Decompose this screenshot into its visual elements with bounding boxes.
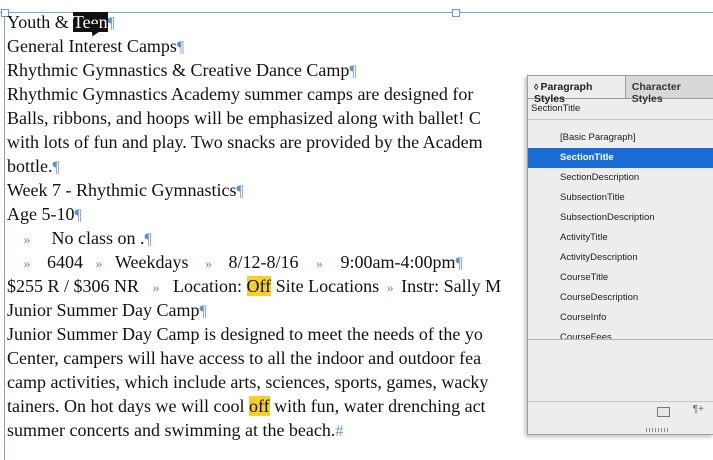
text-frame-left-edge	[4, 12, 5, 460]
pilcrow-mark: ¶	[52, 159, 60, 176]
tab-paragraph-styles[interactable]: ◊ Paragraph Styles	[528, 76, 626, 105]
paragraph-text: camp activities, which include arts, sci…	[7, 372, 489, 392]
style-item[interactable]: CourseFees	[528, 328, 713, 348]
style-item[interactable]: CourseTitle	[528, 268, 713, 288]
pilcrow-mark: ¶	[74, 207, 82, 224]
pilcrow-mark: ¶	[144, 231, 152, 248]
style-item[interactable]: ActivityTitle	[528, 228, 713, 248]
tab-mark: »	[386, 281, 394, 296]
end-of-story-mark: #	[335, 423, 344, 440]
heading-text: Youth &	[7, 12, 73, 32]
pilcrow-mark: ¶	[455, 255, 463, 272]
paragraph-text: Rhythmic Gymnastics Academy summer camps…	[7, 84, 474, 104]
instructor-text: Instr: Sally M	[401, 276, 502, 296]
paragraph-text: Rhythmic Gymnastics & Creative Dance Cam…	[7, 60, 350, 80]
style-item[interactable]: SubsectionTitle	[528, 188, 713, 208]
current-style-label: SectionTitle	[528, 99, 713, 120]
paragraph-text: Age 5-10	[7, 204, 75, 224]
panel-footer: ¶+	[528, 401, 713, 420]
style-item[interactable]: SectionTitle	[528, 148, 713, 168]
panel-collapse-icon[interactable]: ◊	[534, 82, 538, 92]
course-time: 9:00am-4:00pm	[340, 252, 456, 272]
paragraph-text: Week 7 - Rhythmic Gymnastics	[7, 180, 237, 200]
location-label: Location:	[173, 276, 247, 296]
paragraph-text: Center, campers will have access to all …	[7, 348, 482, 368]
course-days: Weekdays	[115, 252, 189, 272]
new-group-folder-icon[interactable]	[657, 407, 670, 417]
text-line: Youth & Teen¶	[7, 10, 713, 34]
text-line: General Interest Camps¶	[7, 34, 713, 58]
paragraph-text: bottle.	[7, 156, 53, 176]
paragraph-text: with fun, water drenching act	[269, 396, 486, 416]
new-style-icon[interactable]: ¶+	[693, 404, 704, 415]
style-item[interactable]: CourseInfo	[528, 308, 713, 328]
style-item[interactable]: SubsectionDescription	[528, 208, 713, 228]
style-item[interactable]: CourseDescription	[528, 288, 713, 308]
pilcrow-mark: ¶	[349, 63, 357, 80]
pilcrow-mark: ¶	[176, 39, 185, 56]
course-code: 6404	[47, 252, 83, 272]
paragraph-text: Junior Summer Day Camp is designed to me…	[7, 324, 483, 344]
pilcrow-mark: ¶	[199, 303, 207, 320]
pilcrow-mark: ¶	[107, 15, 115, 32]
paragraph-text: Balls, ribbons, and hoops will be emphas…	[7, 108, 481, 128]
panel-resize-grip[interactable]	[646, 428, 668, 432]
paragraph-text: tainers. On hot days we will cool	[7, 396, 249, 416]
highlighted-text: off	[248, 396, 270, 416]
paragraph-text: Junior Summer Day Camp	[7, 300, 200, 320]
tab-character-styles[interactable]: Character Styles	[626, 76, 713, 105]
style-item[interactable]: SectionDescription	[528, 168, 713, 188]
paragraph-styles-panel[interactable]: ◊ Paragraph Styles Character Styles Secti…	[527, 75, 713, 435]
style-item[interactable]: ActivityDescription	[528, 248, 713, 268]
style-list: [Basic Paragraph] SectionTitle SectionDesc…	[528, 128, 713, 348]
course-dates: 8/12-8/16	[228, 252, 299, 272]
paragraph-text: General Interest Camps	[7, 36, 177, 56]
pilcrow-mark: ¶	[236, 183, 244, 200]
panel-divider	[528, 339, 713, 340]
location-text: Site Locations	[271, 276, 380, 296]
course-fee: $255 R / $306 NR	[7, 276, 140, 296]
paragraph-text: with lots of fun and play. Two snacks ar…	[7, 132, 483, 152]
highlighted-text: Off	[246, 276, 272, 296]
panel-tabs: ◊ Paragraph Styles Character Styles	[528, 76, 713, 105]
style-item[interactable]: [Basic Paragraph]	[528, 128, 713, 148]
paragraph-text: summer concerts and swimming at the beac…	[7, 420, 336, 440]
noclass-text: No class on .	[47, 228, 145, 248]
